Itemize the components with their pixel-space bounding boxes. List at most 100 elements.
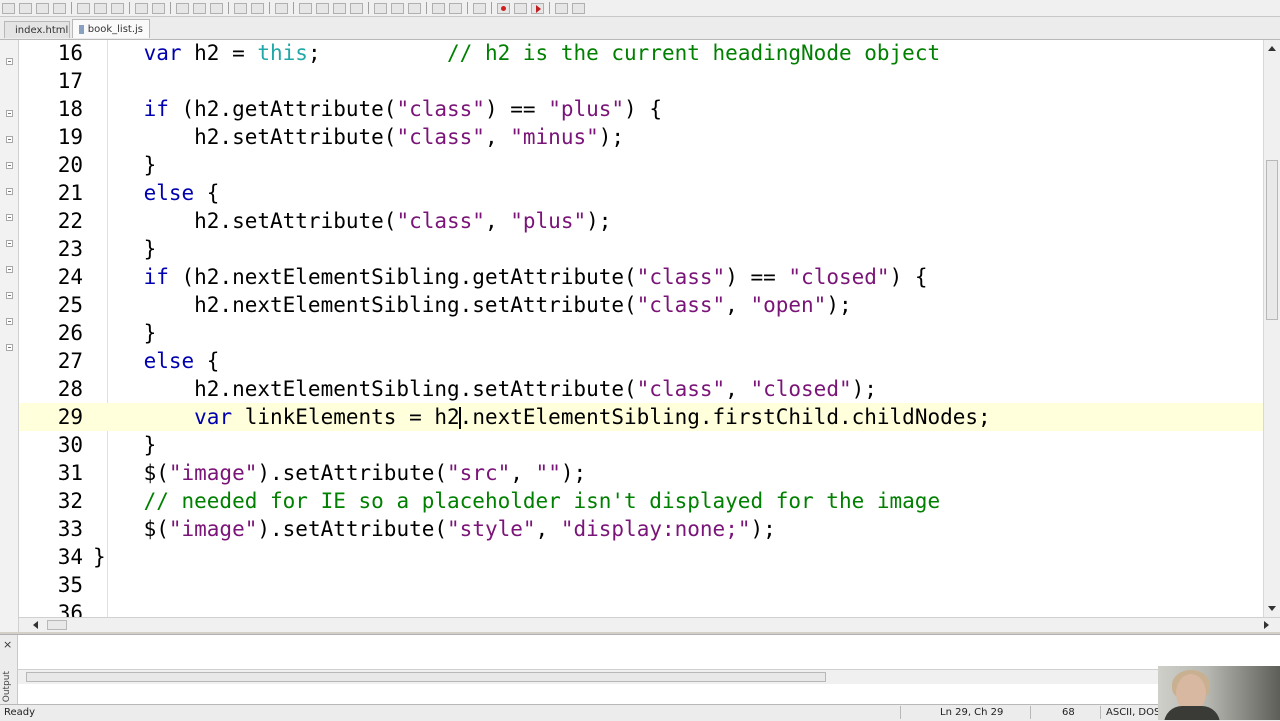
code-line[interactable]: 23 }: [19, 235, 1263, 263]
fold-marker-icon[interactable]: [6, 136, 13, 143]
toolbar-separator: [549, 2, 550, 14]
code-line[interactable]: 36: [19, 599, 1263, 617]
fold-marker-icon[interactable]: [6, 240, 13, 247]
vertical-scrollbar[interactable]: [1263, 40, 1280, 617]
code-text[interactable]: }: [93, 431, 157, 459]
editor-horizontal-scrollbar[interactable]: [19, 617, 1280, 632]
find-icon[interactable]: [299, 2, 312, 14]
code-text[interactable]: }: [93, 543, 106, 571]
scroll-down-icon[interactable]: [1268, 606, 1276, 611]
code-text[interactable]: if (h2.nextElementSibling.getAttribute("…: [93, 263, 928, 291]
replace-icon[interactable]: [333, 2, 346, 14]
find-in-files-icon[interactable]: [350, 2, 363, 14]
code-line[interactable]: 18 if (h2.getAttribute("class") == "plus…: [19, 95, 1263, 123]
output-pane[interactable]: × Output: [0, 634, 1280, 705]
save-all-icon[interactable]: [94, 2, 107, 14]
scroll-up-icon[interactable]: [1268, 46, 1276, 51]
find-next-icon[interactable]: [316, 2, 329, 14]
pause-macro-icon[interactable]: [514, 2, 527, 14]
code-text[interactable]: h2.setAttribute("class", "plus");: [93, 207, 611, 235]
code-line[interactable]: 25 h2.nextElementSibling.setAttribute("c…: [19, 291, 1263, 319]
scroll-left-icon[interactable]: [33, 621, 38, 629]
new-file-icon[interactable]: [2, 2, 15, 14]
open-project-icon[interactable]: [53, 2, 66, 14]
save-icon[interactable]: [77, 2, 90, 14]
code-text[interactable]: var linkElements = h2.nextElementSibling…: [93, 403, 991, 431]
fold-marker-icon[interactable]: [6, 110, 13, 117]
paste-icon[interactable]: [210, 2, 223, 14]
fold-marker-icon[interactable]: [6, 58, 13, 65]
code-text[interactable]: $("image").setAttribute("style", "displa…: [93, 515, 776, 543]
home-icon[interactable]: [572, 2, 585, 14]
play-macro-icon[interactable]: [531, 2, 544, 14]
status-number: 68: [1062, 707, 1075, 718]
fold-marker-icon[interactable]: [6, 344, 13, 351]
fullscreen-icon[interactable]: [408, 2, 421, 14]
code-line[interactable]: 21 else {: [19, 179, 1263, 207]
code-line[interactable]: 19 h2.setAttribute("class", "minus");: [19, 123, 1263, 151]
window-tile-icon[interactable]: [374, 2, 387, 14]
save-as-icon[interactable]: [111, 2, 124, 14]
tab-book-list-js[interactable]: book_list.js: [72, 19, 150, 38]
fold-marker-icon[interactable]: [6, 162, 13, 169]
print-icon[interactable]: [135, 2, 148, 14]
record-macro-icon[interactable]: [497, 2, 510, 14]
code-text[interactable]: else {: [93, 179, 220, 207]
open-recent-icon[interactable]: [36, 2, 49, 14]
toolbar: [0, 0, 1280, 17]
help-icon[interactable]: [555, 2, 568, 14]
close-output-icon[interactable]: ×: [3, 638, 12, 651]
spell-check-icon[interactable]: [449, 2, 462, 14]
tab-index-html[interactable]: index.html: [4, 21, 70, 38]
code-text[interactable]: $("image").setAttribute("src", "");: [93, 459, 587, 487]
copy-icon[interactable]: [193, 2, 206, 14]
cut-icon[interactable]: [176, 2, 189, 14]
code-line[interactable]: 20 }: [19, 151, 1263, 179]
code-text[interactable]: h2.setAttribute("class", "minus");: [93, 123, 624, 151]
code-line[interactable]: 31 $("image").setAttribute("src", "");: [19, 459, 1263, 487]
print-preview-icon[interactable]: [152, 2, 165, 14]
code-line[interactable]: 35: [19, 571, 1263, 599]
fold-marker-icon[interactable]: [6, 318, 13, 325]
code-line[interactable]: 33 $("image").setAttribute("style", "dis…: [19, 515, 1263, 543]
code-line[interactable]: 32 // needed for IE so a placeholder isn…: [19, 487, 1263, 515]
code-text[interactable]: h2.nextElementSibling.setAttribute("clas…: [93, 375, 877, 403]
code-line[interactable]: 26 }: [19, 319, 1263, 347]
code-line[interactable]: 34}: [19, 543, 1263, 571]
code-text[interactable]: h2.nextElementSibling.setAttribute("clas…: [93, 291, 851, 319]
open-folder-icon[interactable]: [19, 2, 32, 14]
vertical-scroll-thumb[interactable]: [1266, 160, 1278, 320]
code-text[interactable]: // needed for IE so a placeholder isn't …: [93, 487, 941, 515]
code-line[interactable]: 27 else {: [19, 347, 1263, 375]
code-line[interactable]: 30 }: [19, 431, 1263, 459]
undo-icon[interactable]: [234, 2, 247, 14]
scroll-right-icon[interactable]: [1264, 621, 1269, 629]
toolbar-separator: [467, 2, 468, 14]
fold-marker-icon[interactable]: [6, 214, 13, 221]
code-line[interactable]: 17: [19, 67, 1263, 95]
code-line[interactable]: 24 if (h2.nextElementSibling.getAttribut…: [19, 263, 1263, 291]
code-text[interactable]: }: [93, 151, 157, 179]
word-wrap-icon[interactable]: [432, 2, 445, 14]
output-horizontal-scrollbar[interactable]: [18, 669, 1158, 684]
code-line[interactable]: 28 h2.nextElementSibling.setAttribute("c…: [19, 375, 1263, 403]
fold-marker-icon[interactable]: [6, 266, 13, 273]
code-text[interactable]: else {: [93, 347, 220, 375]
window-cascade-icon[interactable]: [391, 2, 404, 14]
code-line[interactable]: 22 h2.setAttribute("class", "plus");: [19, 207, 1263, 235]
code-text[interactable]: }: [93, 235, 157, 263]
fold-marker-icon[interactable]: [6, 292, 13, 299]
code-text[interactable]: }: [93, 319, 157, 347]
horizontal-scroll-thumb[interactable]: [47, 620, 67, 630]
current-code-line[interactable]: 29 var linkElements = h2.nextElementSibl…: [19, 403, 1263, 431]
fold-marker-icon[interactable]: [6, 188, 13, 195]
code-text[interactable]: var h2 = this; // h2 is the current head…: [93, 40, 941, 67]
code-editor[interactable]: 16 var h2 = this; // h2 is the current h…: [19, 40, 1263, 617]
list-icon[interactable]: [473, 2, 486, 14]
code-text[interactable]: if (h2.getAttribute("class") == "plus") …: [93, 95, 662, 123]
toolbar-separator: [293, 2, 294, 14]
output-scroll-thumb[interactable]: [26, 672, 826, 682]
redo-icon[interactable]: [251, 2, 264, 14]
code-line[interactable]: 16 var h2 = this; // h2 is the current h…: [19, 40, 1263, 67]
select-all-icon[interactable]: [275, 2, 288, 14]
